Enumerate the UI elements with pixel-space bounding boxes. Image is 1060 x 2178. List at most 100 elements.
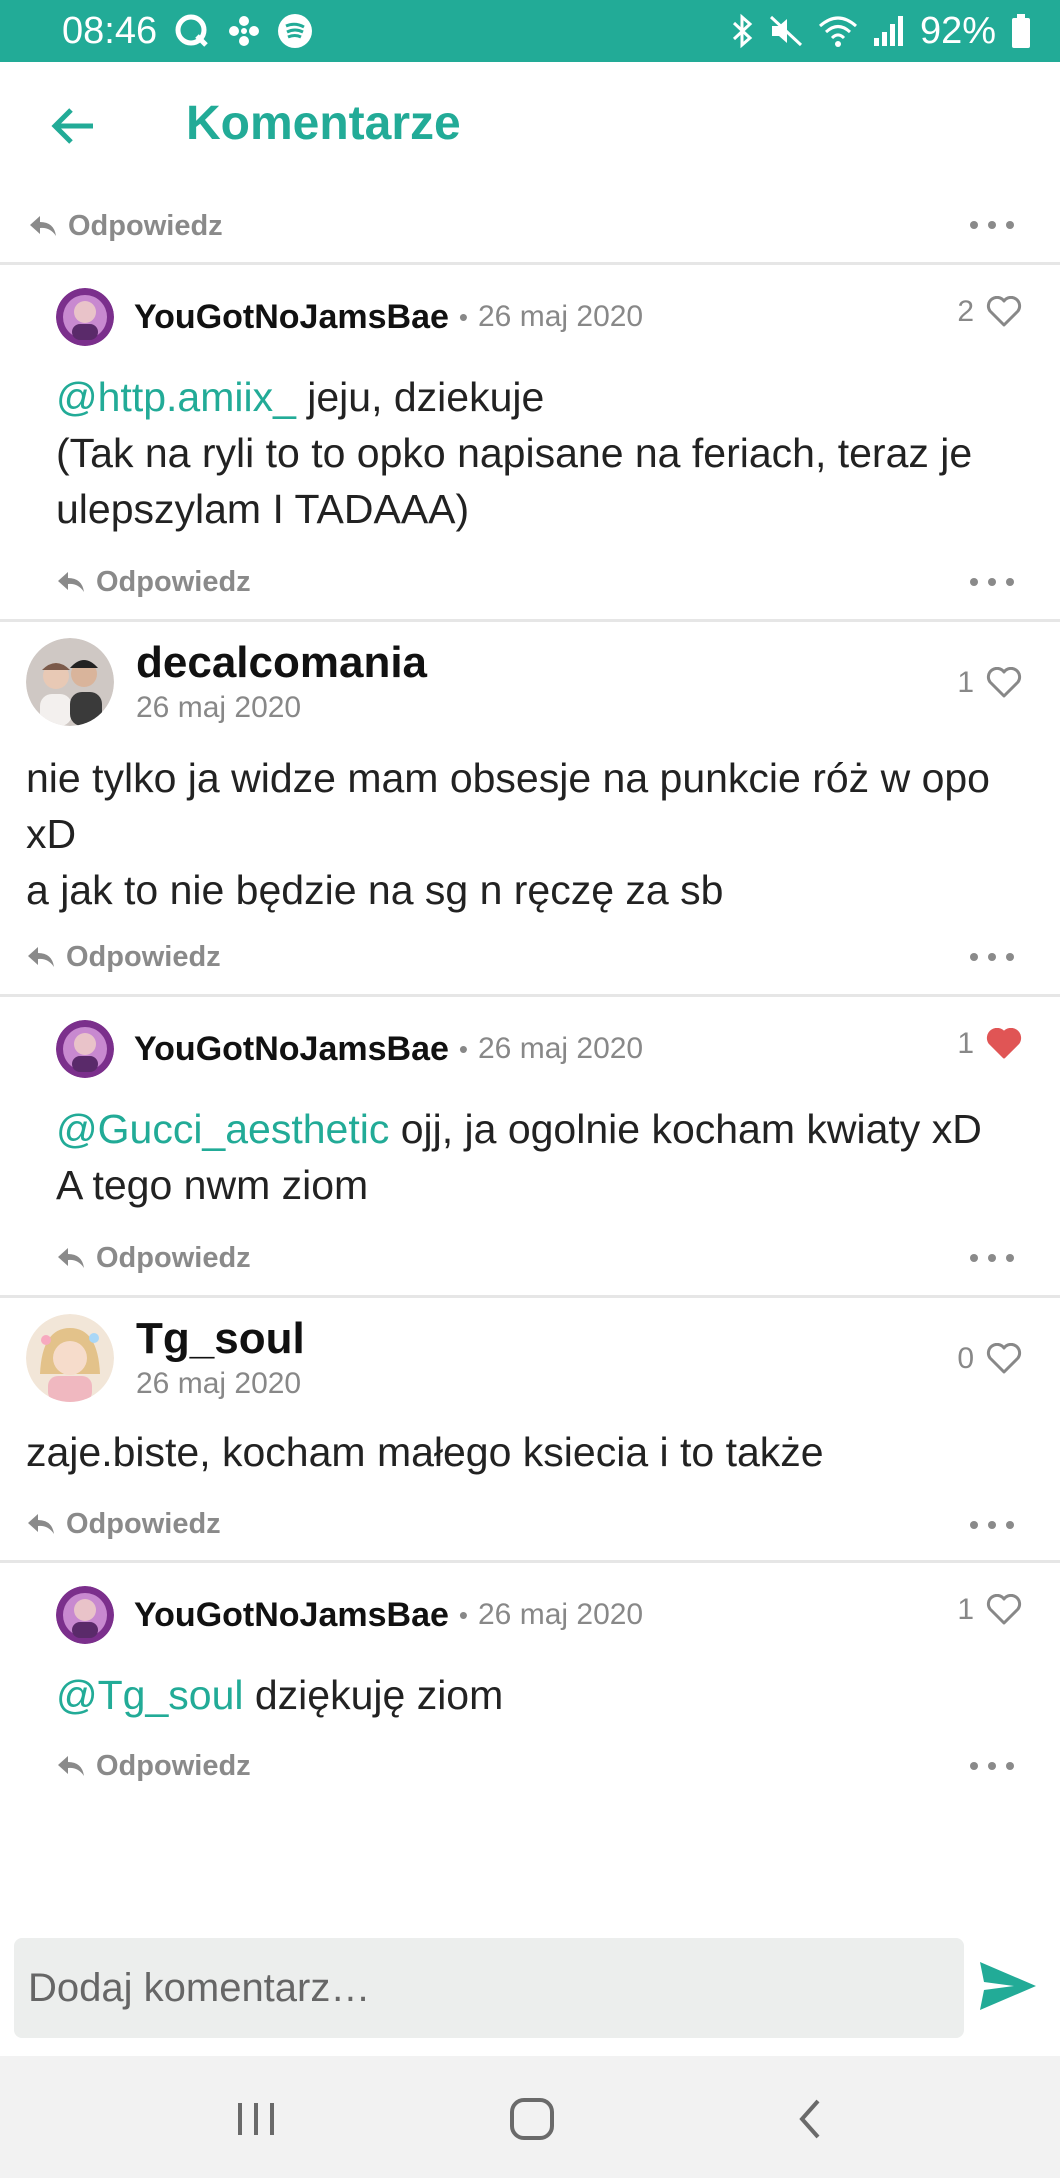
comment-header: Tg_soul 26 maj 2020 0 (26, 1298, 1060, 1418)
page-title: Komentarze (186, 97, 461, 150)
username[interactable]: YouGotNoJamsBae (134, 298, 449, 337)
home-button[interactable] (502, 2094, 562, 2144)
like-count: 1 (957, 1593, 974, 1626)
q-app-icon (173, 12, 211, 50)
app-bar: Komentarze (0, 62, 1060, 190)
spotify-icon (277, 13, 313, 49)
comment-text: zaje.biste, kocham małego ksiecia i to t… (26, 1429, 824, 1475)
more-options-button[interactable] (970, 1751, 1014, 1781)
avatar[interactable] (26, 638, 114, 726)
comment-date: 26 maj 2020 (136, 1367, 302, 1400)
send-icon (980, 1962, 1036, 2010)
battery-text: 92% (919, 9, 996, 52)
username[interactable]: decalcomania (136, 639, 427, 687)
comment-text: @Gucci_aesthetic ojj, ja ogolnie kocham … (56, 1106, 982, 1208)
like-count: 1 (957, 666, 974, 699)
reply-button[interactable]: Odpowiedz (56, 1750, 251, 1783)
heart-outline-icon (986, 296, 1022, 327)
like-count: 2 (957, 295, 974, 328)
comment-text: nie tylko ja widze mam obsesje na punkci… (26, 755, 990, 913)
like-count: 1 (957, 1027, 974, 1060)
reply-label: Odpowiedz (96, 1241, 251, 1274)
username[interactable]: Tg_soul (136, 1315, 305, 1363)
more-options-button[interactable] (970, 567, 1014, 597)
more-options-button[interactable] (970, 1243, 1014, 1273)
recent-apps-button[interactable] (226, 2094, 286, 2144)
reply-icon (28, 947, 54, 967)
username[interactable]: YouGotNoJamsBae (134, 1596, 449, 1635)
comment-item: decalcomania 26 maj 2020 1 nie tylko ja … (0, 622, 1060, 994)
comment-header: decalcomania 26 maj 2020 1 (26, 622, 1060, 742)
separator-dot: • (458, 301, 468, 332)
bluetooth-icon (730, 13, 754, 49)
like-button[interactable]: 1 (957, 1593, 1022, 1627)
signal-icon (872, 14, 906, 48)
avatar[interactable] (26, 1314, 114, 1402)
comment-actions: Odpowiedz (26, 920, 1060, 994)
reply-label: Odpowiedz (96, 565, 251, 598)
back-nav-icon (799, 2099, 820, 2139)
reply-icon (58, 1248, 84, 1268)
like-button[interactable]: 1 (957, 666, 1022, 700)
back-nav-button[interactable] (780, 2094, 840, 2144)
comment-header: YouGotNoJamsBae • 26 maj 2020 1 (56, 997, 1060, 1101)
comment-item: YouGotNoJamsBae • 26 maj 2020 1 @Gucci_a… (0, 997, 1060, 1295)
heart-filled-icon (986, 1028, 1022, 1059)
comment-actions: Odpowiedz (56, 1221, 1060, 1295)
comment-text: @http.amiix_ jeju, dziekuje (Tak na ryli… (56, 374, 973, 532)
arrow-left-icon (51, 108, 93, 144)
like-button[interactable]: 2 (957, 295, 1022, 329)
battery-icon (1010, 13, 1032, 49)
comment-composer (0, 1920, 1060, 2056)
reply-icon (58, 572, 84, 592)
mention-link[interactable]: @http.amiix_ (56, 374, 296, 420)
like-button[interactable]: 0 (957, 1342, 1022, 1376)
reply-button[interactable]: Odpowiedz (26, 1508, 221, 1541)
avatar[interactable] (56, 288, 114, 346)
comment-item: Tg_soul 26 maj 2020 0 zaje.biste, kocham… (0, 1298, 1060, 1560)
back-button[interactable] (38, 98, 108, 154)
status-time: 08:46 (62, 9, 158, 52)
username[interactable]: YouGotNoJamsBae (134, 1030, 449, 1069)
reply-button[interactable]: Odpowiedz (26, 941, 221, 974)
like-count: 0 (957, 1342, 974, 1375)
comment-item: YouGotNoJamsBae • 26 maj 2020 2 @http.am… (0, 265, 1060, 619)
more-options-button[interactable] (970, 1510, 1014, 1540)
recent-apps-icon (238, 2103, 274, 2135)
heart-outline-icon (986, 1594, 1022, 1625)
like-button[interactable]: 1 (957, 1027, 1022, 1061)
comment-date: 26 maj 2020 (136, 691, 302, 724)
reply-label: Odpowiedz (66, 940, 221, 973)
comment-item: YouGotNoJamsBae • 26 maj 2020 1 @Tg_soul… (0, 1563, 1060, 1803)
mention-link[interactable]: @Tg_soul (56, 1672, 243, 1718)
heart-outline-icon (986, 667, 1022, 698)
separator-dot: • (458, 1033, 468, 1064)
reply-button[interactable]: Odpowiedz (28, 210, 223, 243)
reply-label: Odpowiedz (96, 1749, 251, 1782)
reply-label: Odpowiedz (66, 1507, 221, 1540)
home-icon (510, 2098, 554, 2140)
more-options-button[interactable] (970, 942, 1014, 972)
mute-icon (768, 13, 804, 49)
comment-header: YouGotNoJamsBae • 26 maj 2020 2 (56, 265, 1060, 369)
reply-icon (58, 1756, 84, 1776)
mention-link[interactable]: @Gucci_aesthetic (56, 1106, 389, 1152)
separator-dot: • (458, 1599, 468, 1630)
system-nav-bar (0, 2056, 1060, 2178)
avatar[interactable] (56, 1586, 114, 1644)
comment-input[interactable] (14, 1938, 964, 2038)
reply-icon (28, 1514, 54, 1534)
reply-button[interactable]: Odpowiedz (56, 566, 251, 599)
send-button[interactable] (978, 1960, 1038, 2016)
avatar[interactable] (56, 1020, 114, 1078)
comments-list[interactable]: Odpowiedz YouGotNoJamsBae • 26 maj 2020 … (0, 190, 1060, 1920)
comment-text: @Tg_soul dziękuję ziom (56, 1672, 504, 1718)
more-options-button[interactable] (970, 210, 1014, 240)
comment-actions: Odpowiedz (56, 545, 1060, 619)
comment-date: 26 maj 2020 (478, 1598, 644, 1631)
reply-icon (30, 216, 56, 236)
comment-actions: Odpowiedz (0, 190, 1060, 262)
comment-header: YouGotNoJamsBae • 26 maj 2020 1 (56, 1563, 1060, 1667)
status-bar: 08:46 92% (0, 0, 1060, 62)
reply-button[interactable]: Odpowiedz (56, 1242, 251, 1275)
